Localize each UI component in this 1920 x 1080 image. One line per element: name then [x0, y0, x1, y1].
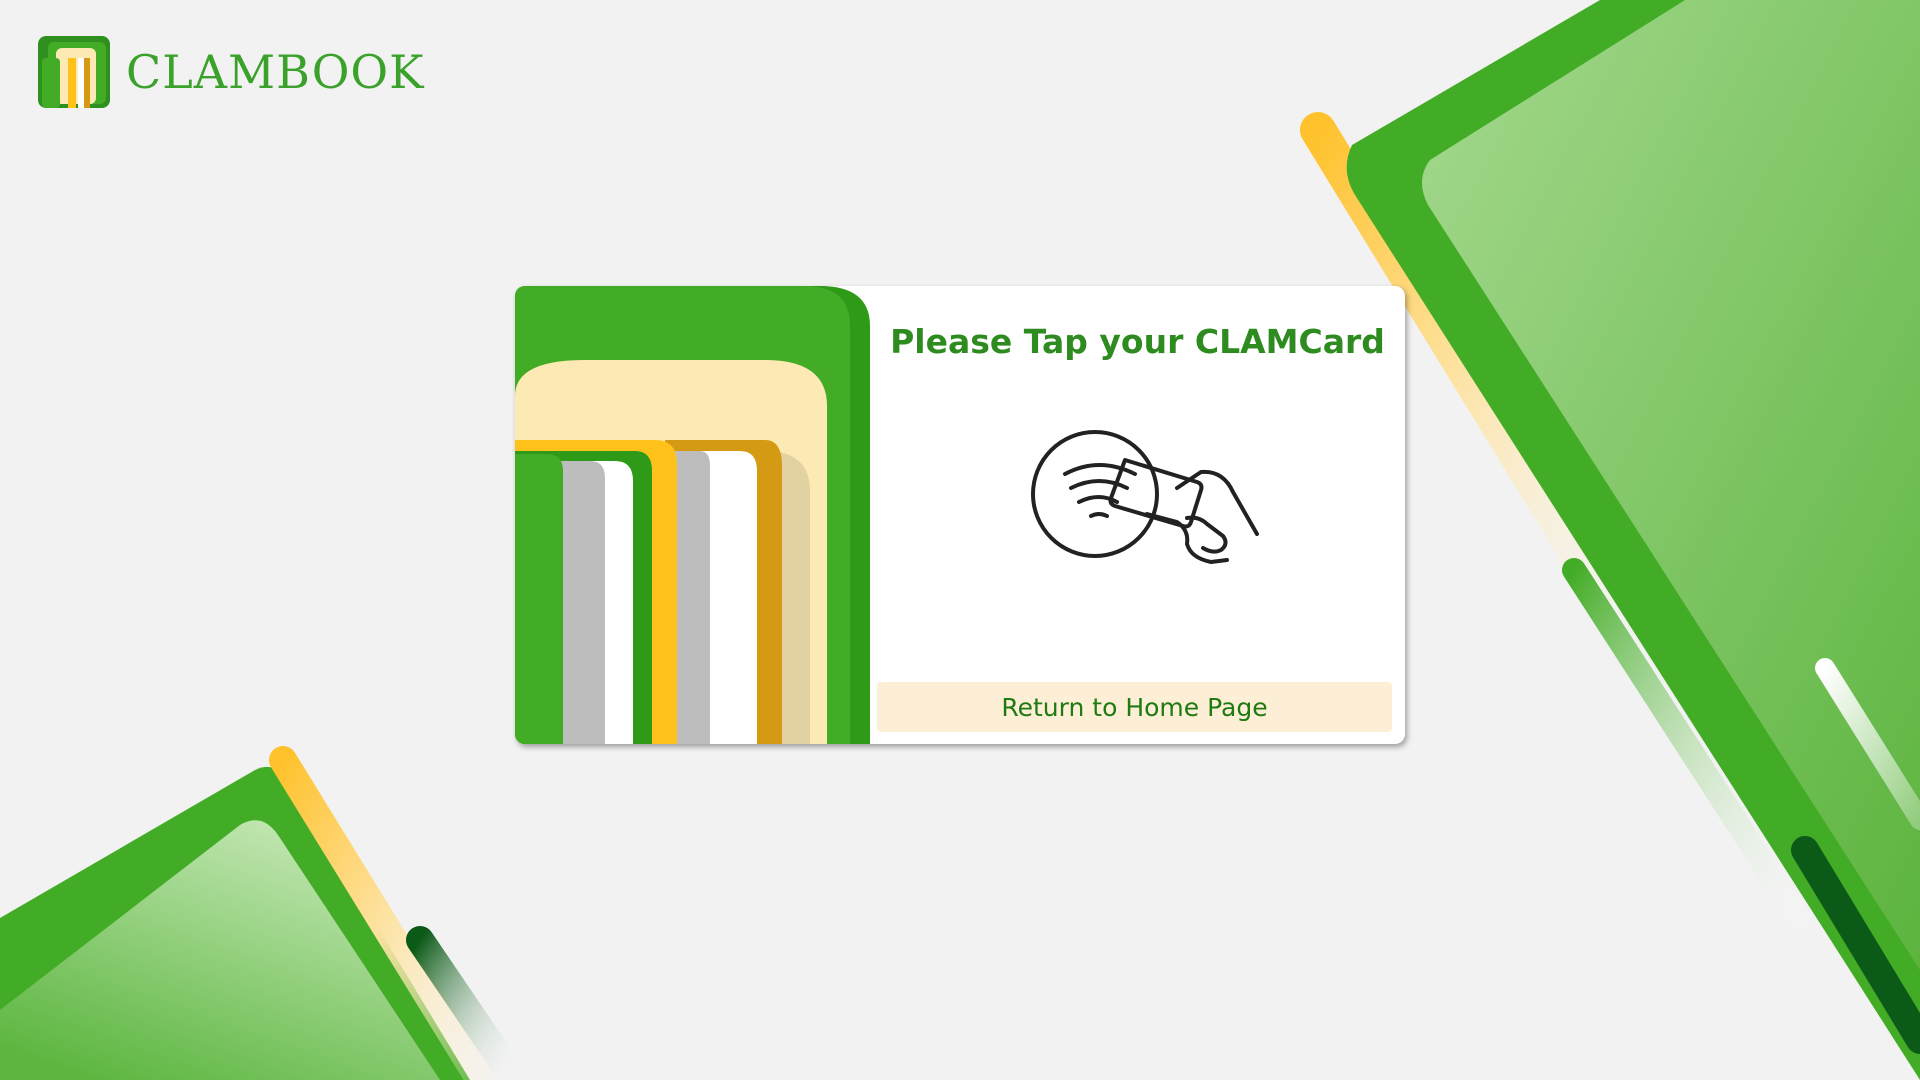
brand-logo[interactable]: CLAMBOOK	[38, 36, 425, 108]
return-home-button[interactable]: Return to Home Page	[877, 682, 1392, 732]
card-title: Please Tap your CLAMCard	[890, 322, 1385, 361]
tap-card-dialog: Please Tap your CLAMCard Return to Home …	[515, 286, 1405, 744]
clambook-logo-icon	[38, 36, 110, 108]
page: CLAMBOOK Please Tap your CLAMCard Return…	[0, 0, 1920, 1080]
books-illustration	[515, 286, 870, 744]
brand-name: CLAMBOOK	[126, 45, 425, 99]
tap-card-icon	[1031, 430, 1259, 564]
